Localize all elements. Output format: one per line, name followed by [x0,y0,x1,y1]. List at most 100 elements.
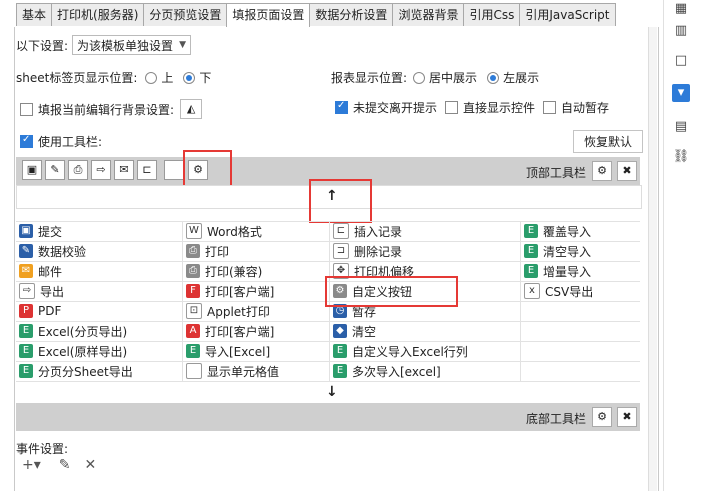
grid-item-export[interactable]: ⇨ 导出 [16,281,64,301]
edit-icon[interactable]: ✎ [59,457,71,473]
grid-item-insert-record[interactable]: ⊏ 插入记录 [330,221,402,241]
verify-icon: ✎ [19,244,33,258]
grid-item-print-compat[interactable]: ⎙ 打印(兼容) [183,261,262,281]
grid-item-import-excel[interactable]: E 导入[Excel] [183,341,270,361]
vertical-scrollbar[interactable] [648,27,657,491]
restore-default-button[interactable]: 恢复默认 [573,130,644,153]
settings-row: 以下设置: 为该模板单独设置 ▼ [16,35,191,55]
blank-icon[interactable] [164,160,184,180]
paint-bucket-icon[interactable]: ◭ [180,99,203,119]
grid-item-label: 邮件 [38,264,63,279]
grid-item-submit[interactable]: ▣ 提交 [16,221,62,241]
template-settings-icon[interactable]: ▾ [672,84,690,102]
tab-printer-server[interactable]: 打印机(服务器) [51,3,145,26]
use-toolbar-checkbox[interactable] [20,134,33,148]
grid-item-pdf[interactable]: P PDF [16,301,61,321]
autosave-checkbox[interactable] [543,101,557,114]
word-icon: W [186,223,202,239]
grid-item-label: 提交 [38,224,63,239]
float-element-icon[interactable]: □ [672,52,690,70]
applet-icon: ⊡ [186,303,202,319]
direct-ctrl-label: 直接显示控件 [463,101,536,115]
email-icon: ✉ [19,264,33,278]
grid-item-applet-print[interactable]: ⊡ Applet打印 [183,301,270,321]
use-toolbar-row: 使用工具栏: [20,133,102,150]
grid-item-custom-import[interactable]: E 自定义导入Excel行列 [330,341,468,361]
tab-css[interactable]: 引用Css [463,3,521,26]
delete-icon[interactable]: ✕ [85,457,97,473]
grid-item-label: 清空 [352,324,377,339]
radio-bottom-label: 下 [199,71,212,85]
tab-fill-page[interactable]: 填报页面设置 [226,3,311,28]
fill-bg-label: 填报当前编辑行背景设置: [38,102,175,117]
unsubmitted-checkbox[interactable] [335,100,348,114]
flash-print-icon: F [186,284,200,298]
settings-select[interactable]: 为该模板单独设置 ▼ [72,35,191,55]
grid-item-print[interactable]: ⎙ 打印 [183,241,229,261]
grid-item-label: 打印(兼容) [205,264,263,279]
grid-item-label: 显示单元格值 [207,364,280,379]
pdf-print-icon: A [186,324,200,338]
widget-icon[interactable]: ▦ [672,0,690,18]
grid-item-excel-paged[interactable]: E Excel(分页导出) [16,321,127,341]
tab-basic[interactable]: 基本 [16,3,53,26]
fill-bg-row: 填报当前编辑行背景设置: ◭ [20,99,203,119]
settings-select-value: 为该模板单独设置 [77,38,174,53]
tree-icon[interactable]: ⊏ [137,160,157,180]
radio-center[interactable] [413,71,426,84]
submit-icon: ▣ [19,224,33,238]
tab-page-preview[interactable]: 分页预览设置 [143,3,228,26]
grid-item-email[interactable]: ✉ 邮件 [16,261,62,281]
grid-item-overwrite-import[interactable]: E 覆盖导入 [521,221,591,241]
direct-ctrl-checkbox[interactable] [445,101,459,114]
export-icon[interactable]: ⇨ [91,160,111,180]
print-icon[interactable]: ⎙ [68,160,88,180]
radio-left-label: 左展示 [503,71,540,85]
grid-item-label: 清空导入 [543,244,592,259]
grid-item-label: Excel(原样导出) [38,344,128,359]
excel-icon: E [333,364,347,378]
grid-item-clear-import[interactable]: E 清空导入 [521,241,591,261]
add-icon[interactable]: +▾ [22,457,41,473]
component-icon[interactable]: ▤ [672,118,690,136]
toolbar-settings-icon[interactable]: ⚙ [592,407,612,427]
grid-item-clear[interactable]: ◆ 清空 [330,321,376,341]
email-icon[interactable]: ✉ [114,160,134,180]
toolbar-close-icon[interactable]: ✖ [617,407,637,427]
link-icon[interactable]: ⛓ [672,148,690,166]
grid-item-multi-import[interactable]: E 多次导入[excel] [330,361,441,381]
grid-item-incremental-import[interactable]: E 增量导入 [521,261,591,281]
radio-top[interactable] [145,71,158,84]
arrow-down-icon[interactable]: ↓ [326,384,338,400]
grid-item-excel-original[interactable]: E Excel(原样导出) [16,341,127,361]
report-pos-row: 报表显示位置: 居中展示 左展示 [331,69,539,86]
fill-bg-checkbox[interactable] [20,102,33,116]
verify-icon[interactable]: ✎ [45,160,65,180]
grid-item-label: 导出 [40,284,65,299]
grid-item-print-client-pdf[interactable]: A 打印[客户端] [183,321,274,341]
tab-data-analysis[interactable]: 数据分析设置 [309,3,394,26]
grid-item-show-cell-value[interactable]: 显示单元格值 [183,361,279,381]
tab-bar: 基本 打印机(服务器) 分页预览设置 填报页面设置 数据分析设置 浏览器背景 引… [16,3,616,28]
grid-item-word[interactable]: W Word格式 [183,221,262,241]
excel-icon: E [524,244,538,258]
save-icon[interactable]: ▣ [22,160,42,180]
excel-icon: E [186,344,200,358]
grid-item-print-client[interactable]: F 打印[客户端] [183,281,274,301]
right-sidebar: ▦ ▥ □ ▾ ▤ ⛓ [663,0,702,491]
toolbar-settings-icon[interactable]: ⚙ [592,161,612,181]
grid-item-sheet-export[interactable]: E 分页分Sheet导出 [16,361,133,381]
radio-bottom[interactable] [183,71,196,84]
grid-item-delete-record[interactable]: ⊐ 删除记录 [330,241,402,261]
toolbar-close-icon[interactable]: ✖ [617,161,637,181]
grid-item-csv-export[interactable]: x CSV导出 [521,281,593,301]
radio-top-label: 上 [161,71,174,85]
tab-browser-bg[interactable]: 浏览器背景 [392,3,465,26]
tab-javascript[interactable]: 引用JavaScript [519,3,616,26]
grid-item-verify[interactable]: ✎ 数据校验 [16,241,86,261]
radio-left[interactable] [487,71,500,84]
grid-item-label: 打印 [205,244,230,259]
cell-attr-icon[interactable]: ▥ [672,22,690,40]
grid-item-label: PDF [38,304,62,318]
excel-icon: E [19,324,33,338]
